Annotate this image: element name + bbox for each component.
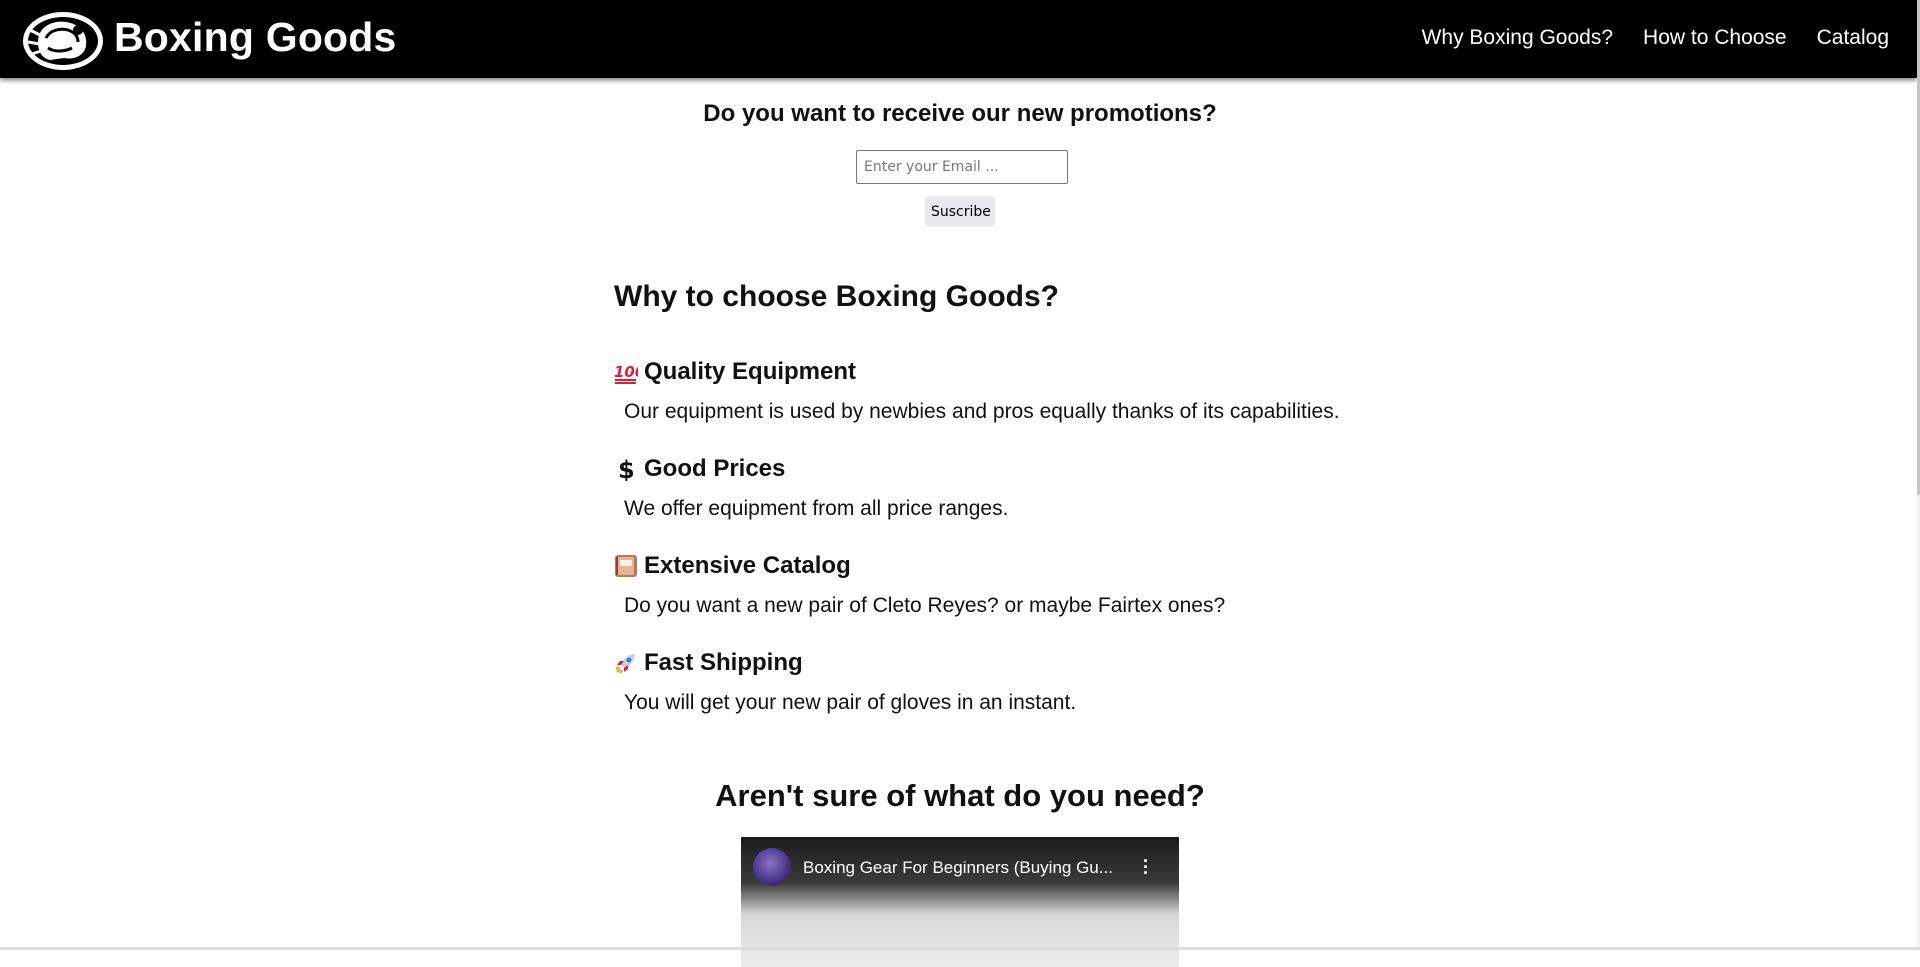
feature-title: Extensive Catalog [644,552,851,579]
brand-name[interactable]: Boxing Goods [114,14,397,61]
book-icon [614,554,638,578]
channel-avatar[interactable] [753,848,791,886]
nav-link-why-boxing-goods[interactable]: Why Boxing Goods? [1422,26,1613,50]
dollar-sign-icon: $ [614,456,638,484]
boxing-glove-logo-icon[interactable] [20,8,106,72]
why-title: Why to choose Boxing Goods? [614,280,1059,313]
rocket-icon [614,651,638,675]
feature-desc: You will get your new pair of gloves in … [624,691,1077,714]
main-nav: Why Boxing Goods? How to Choose Catalog [1422,26,1889,50]
feature-desc: Do you want a new pair of Cleto Reyes? o… [624,594,1226,617]
feature-title: Quality Equipment [644,358,857,385]
nav-link-catalog[interactable]: Catalog [1817,26,1889,50]
nav-link-how-to-choose[interactable]: How to Choose [1643,26,1787,50]
email-input[interactable] [856,150,1068,184]
feature-heading-quality: 100 Quality Equipment [614,358,856,386]
svg-text:$: $ [618,457,635,481]
feature-heading-catalog: Extensive Catalog [614,552,851,580]
subscribe-button[interactable]: Suscribe [925,196,995,227]
feature-desc: We offer equipment from all price ranges… [624,497,1009,520]
help-title: Aren't sure of what do you need? [715,778,1205,813]
svg-text:100: 100 [614,363,638,381]
video-title[interactable]: Boxing Gear For Beginners (Buying Gu... [803,858,1123,878]
feature-title: Fast Shipping [644,649,803,676]
more-vert-icon[interactable]: · · · [1143,852,1149,882]
feature-title: Good Prices [644,455,786,482]
feature-heading-prices: $ Good Prices [614,455,786,484]
feature-desc: Our equipment is used by newbies and pro… [624,400,1340,423]
promotions-title: Do you want to receive our new promotion… [703,100,1217,127]
hundred-points-icon: 100 [614,360,645,384]
feature-heading-shipping: Fast Shipping [614,649,803,677]
site-header: Boxing Goods Why Boxing Goods? How to Ch… [0,0,1917,78]
